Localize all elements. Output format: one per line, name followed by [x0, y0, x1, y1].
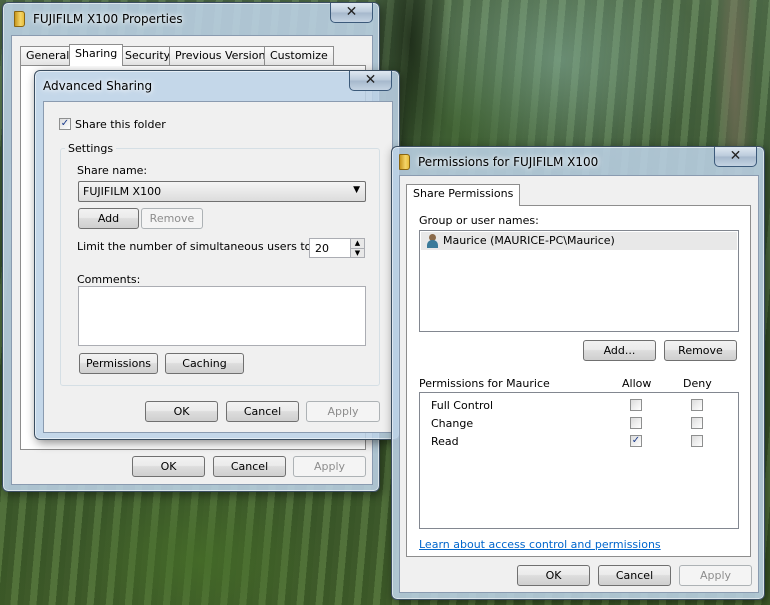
- permission-name-change: Change: [431, 417, 474, 430]
- permission-name-read: Read: [431, 435, 459, 448]
- tab-security[interactable]: Security: [119, 46, 177, 66]
- properties-cancel-button[interactable]: Cancel: [213, 456, 286, 477]
- permissions-button[interactable]: Permissions: [79, 353, 158, 374]
- folder-icon: [399, 154, 410, 170]
- share-folder-label: Share this folder: [75, 118, 166, 131]
- permissions-client: Share Permissions Group or user names: M…: [399, 175, 759, 593]
- permissions-cancel-button[interactable]: Cancel: [598, 565, 671, 586]
- advanced-sharing-title: Advanced Sharing: [43, 79, 153, 93]
- list-item[interactable]: Maurice (MAURICE-PC\Maurice): [421, 232, 737, 250]
- read-allow-checkbox[interactable]: ✓: [630, 435, 642, 447]
- close-button[interactable]: ✕: [349, 71, 392, 91]
- share-permissions-page: Group or user names: Maurice (MAURICE-PC…: [406, 205, 751, 557]
- folder-icon: [14, 11, 25, 27]
- properties-apply-button[interactable]: Apply: [293, 456, 366, 477]
- share-name-value: FUJIFILM X100: [83, 185, 162, 198]
- user-name: Maurice (MAURICE-PC\Maurice): [443, 234, 615, 247]
- share-name-dropdown[interactable]: FUJIFILM X100 ▼: [78, 181, 366, 202]
- permission-name-full-control: Full Control: [431, 399, 494, 412]
- permissions-list: Full Control Change Read ✓: [419, 392, 739, 529]
- read-deny-checkbox[interactable]: [691, 435, 703, 447]
- limit-users-label: Limit the number of simultaneous users t…: [77, 240, 316, 253]
- spin-down-icon[interactable]: ▼: [350, 248, 364, 257]
- spin-up-icon[interactable]: ▲: [350, 239, 364, 248]
- change-allow-checkbox[interactable]: [630, 417, 642, 429]
- chevron-down-icon: ▼: [353, 185, 360, 195]
- full-control-deny-checkbox[interactable]: [691, 399, 703, 411]
- settings-label: Settings: [65, 142, 117, 155]
- user-listbox[interactable]: Maurice (MAURICE-PC\Maurice): [419, 230, 739, 332]
- remove-button[interactable]: Remove: [664, 340, 737, 361]
- user-icon: [427, 234, 438, 248]
- share-name-label: Share name:: [77, 164, 148, 177]
- permissions-apply-button[interactable]: Apply: [679, 565, 752, 586]
- close-button[interactable]: ✕: [330, 3, 373, 23]
- learn-access-control-link[interactable]: Learn about access control and permissio…: [419, 538, 661, 551]
- add-button[interactable]: Add: [78, 208, 139, 229]
- full-control-allow-checkbox[interactable]: [630, 399, 642, 411]
- deny-column-header: Deny: [683, 377, 712, 390]
- change-deny-checkbox[interactable]: [691, 417, 703, 429]
- close-button[interactable]: ✕: [714, 147, 757, 167]
- properties-window-title: FUJIFILM X100 Properties: [33, 12, 183, 26]
- advanced-sharing-window: Advanced Sharing ✕ ✓ Share this folder S…: [34, 70, 400, 440]
- tab-general[interactable]: General: [20, 46, 76, 66]
- limit-users-spinner[interactable]: 20 ▲ ▼: [309, 238, 365, 258]
- tab-customize[interactable]: Customize: [264, 46, 334, 66]
- permissions-for-label: Permissions for Maurice: [419, 377, 550, 390]
- comments-label: Comments:: [77, 273, 141, 286]
- advanced-ok-button[interactable]: OK: [145, 401, 218, 422]
- share-folder-checkbox[interactable]: ✓: [59, 118, 71, 130]
- comments-textarea[interactable]: [78, 286, 366, 346]
- add-button[interactable]: Add...: [583, 340, 656, 361]
- tab-previous-versions[interactable]: Previous Versions: [169, 46, 278, 66]
- allow-column-header: Allow: [622, 377, 652, 390]
- limit-users-value: 20: [315, 242, 329, 255]
- tab-share-permissions[interactable]: Share Permissions: [406, 184, 521, 206]
- group-names-label: Group or user names:: [419, 214, 539, 227]
- advanced-cancel-button[interactable]: Cancel: [226, 401, 299, 422]
- properties-ok-button[interactable]: OK: [132, 456, 205, 477]
- remove-button[interactable]: Remove: [141, 208, 203, 229]
- advanced-apply-button[interactable]: Apply: [306, 401, 380, 422]
- permissions-window: Permissions for FUJIFILM X100 ✕ Share Pe…: [391, 146, 765, 600]
- permissions-window-title: Permissions for FUJIFILM X100: [418, 155, 599, 169]
- permissions-ok-button[interactable]: OK: [517, 565, 590, 586]
- advanced-sharing-client: ✓ Share this folder Settings Share name:…: [43, 101, 393, 433]
- tab-sharing[interactable]: Sharing: [69, 44, 124, 66]
- caching-button[interactable]: Caching: [165, 353, 244, 374]
